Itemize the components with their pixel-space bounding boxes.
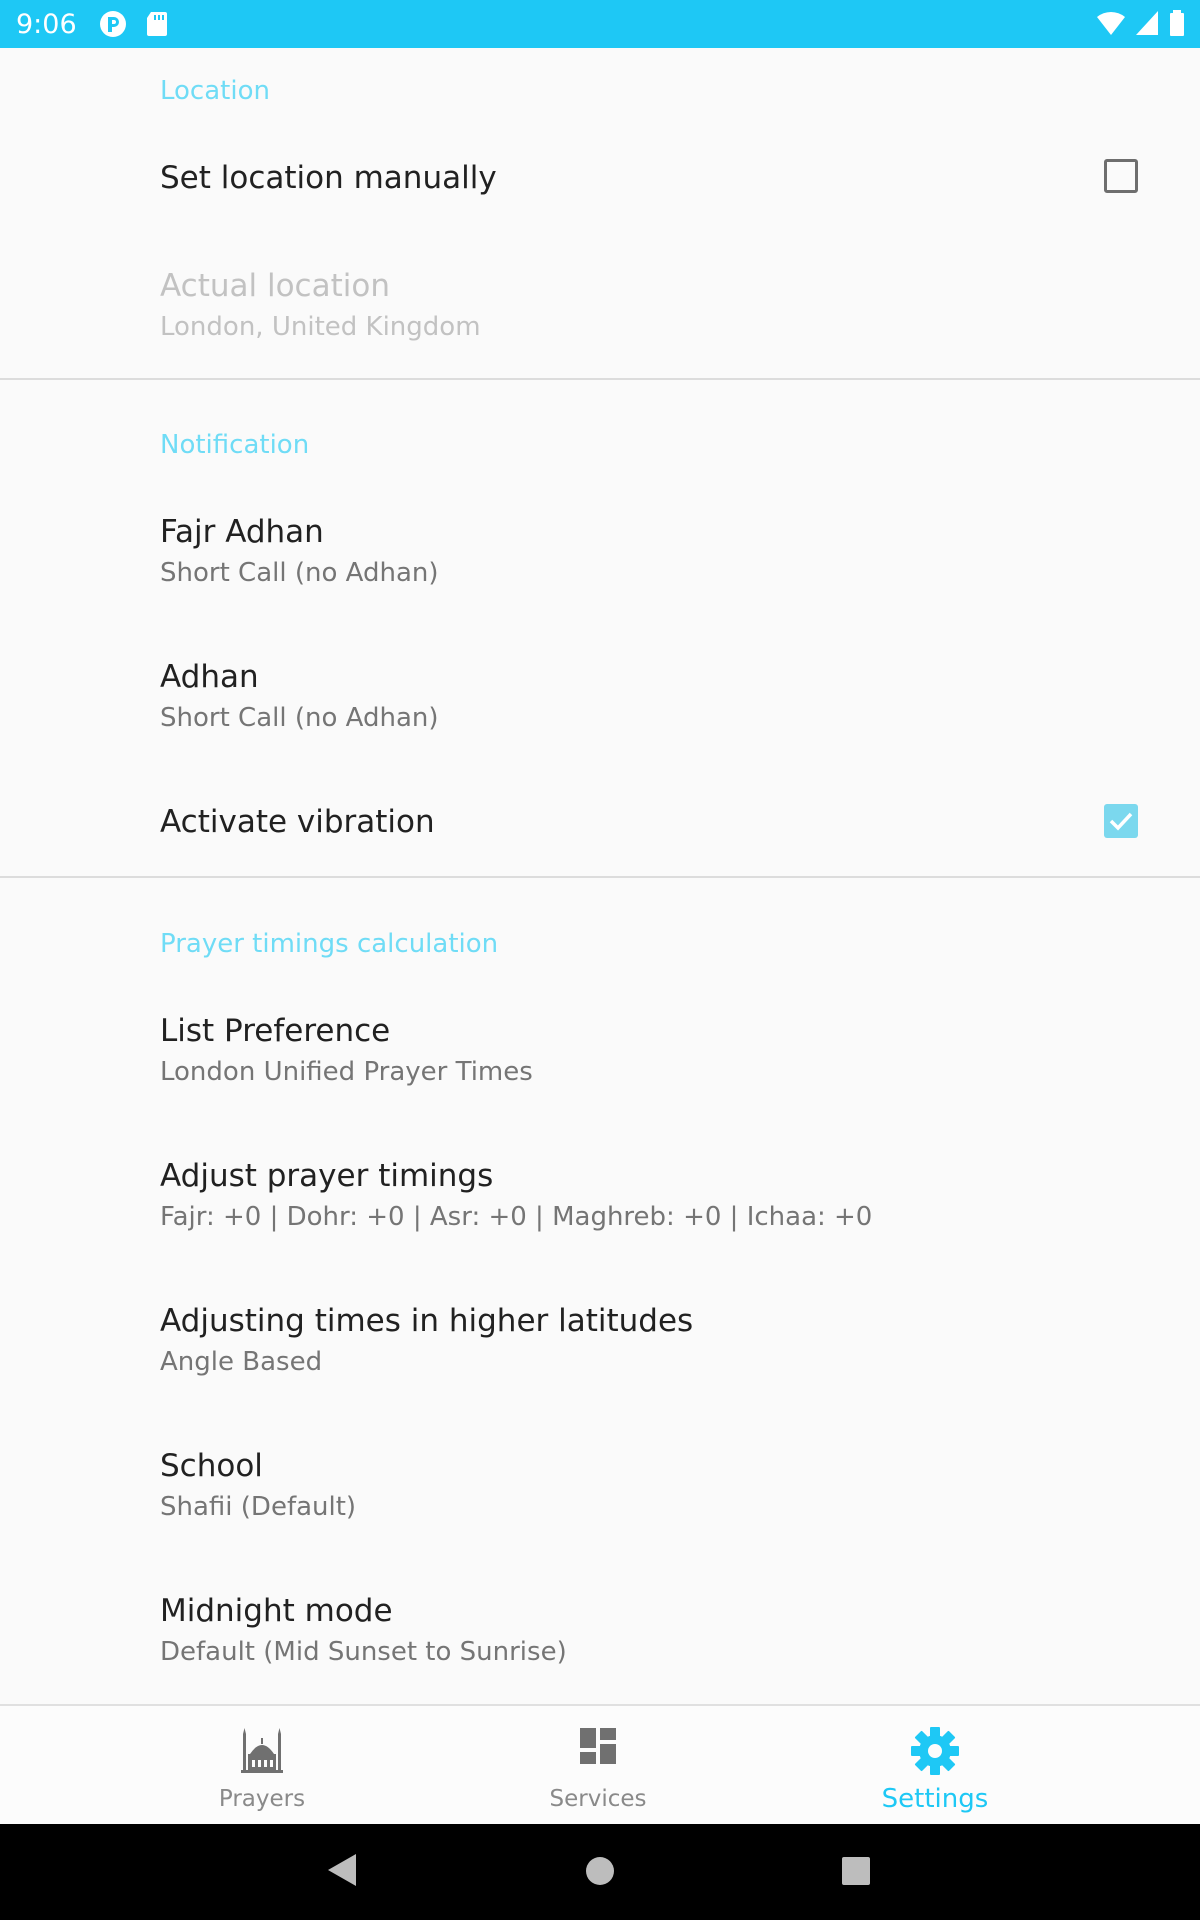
app-notification-icon	[99, 10, 127, 38]
adhan-title: Adhan	[160, 659, 259, 695]
midnight-mode-title: Midnight mode	[160, 1593, 393, 1629]
fajr-adhan-title: Fajr Adhan	[160, 514, 324, 550]
wifi-icon	[1096, 9, 1126, 41]
school-title: School	[160, 1448, 263, 1484]
system-navigation-bar	[0, 1824, 1200, 1920]
status-time: 9:06	[16, 8, 77, 40]
actual-location-summary: London, United Kingdom	[160, 312, 481, 342]
list-preference-summary: London Unified Prayer Times	[160, 1057, 533, 1087]
back-icon[interactable]	[326, 1852, 358, 1892]
category-location: Location	[160, 76, 270, 106]
home-icon[interactable]	[585, 1856, 615, 1890]
category-notification: Notification	[160, 430, 310, 460]
adhan-summary: Short Call (no Adhan)	[160, 703, 439, 733]
divider	[0, 378, 1200, 380]
dashboard-icon	[578, 1726, 618, 1770]
sd-card-icon	[145, 10, 173, 38]
set-location-manually-checkbox[interactable]	[1104, 159, 1138, 193]
fajr-adhan-summary: Short Call (no Adhan)	[160, 558, 439, 588]
category-prayer-timings: Prayer timings calculation	[160, 929, 499, 959]
higher-latitudes-summary: Angle Based	[160, 1347, 323, 1377]
adjust-timings-title: Adjust prayer timings	[160, 1158, 494, 1194]
list-preference-title: List Preference	[160, 1013, 391, 1049]
status-bar: 9:06	[0, 0, 1200, 48]
actual-location-title: Actual location	[160, 268, 390, 304]
checkmark-icon	[1109, 812, 1133, 831]
school-summary: Shafii (Default)	[160, 1492, 357, 1522]
signal-icon	[1134, 9, 1160, 41]
battery-icon	[1168, 9, 1186, 41]
nav-item-settings[interactable]: Settings	[735, 1706, 1135, 1826]
divider	[0, 876, 1200, 878]
adjust-timings-summary: Fajr: +0 | Dohr: +0 | Asr: +0 | Maghreb:…	[160, 1202, 873, 1232]
gear-icon	[910, 1726, 960, 1780]
nav-label-settings: Settings	[881, 1784, 989, 1814]
activate-vibration-title: Activate vibration	[160, 804, 435, 840]
mosque-icon	[239, 1726, 285, 1778]
midnight-mode-summary: Default (Mid Sunset to Sunrise)	[160, 1637, 567, 1667]
activate-vibration-checkbox[interactable]	[1104, 804, 1138, 838]
set-location-manually-title: Set location manually	[160, 160, 497, 196]
higher-latitudes-title: Adjusting times in higher latitudes	[160, 1303, 694, 1339]
bottom-navigation: Prayers Services Settings	[0, 1704, 1200, 1824]
recents-icon[interactable]	[841, 1856, 871, 1890]
settings-list[interactable]: Location Set location manually Set locat…	[0, 48, 1200, 1704]
